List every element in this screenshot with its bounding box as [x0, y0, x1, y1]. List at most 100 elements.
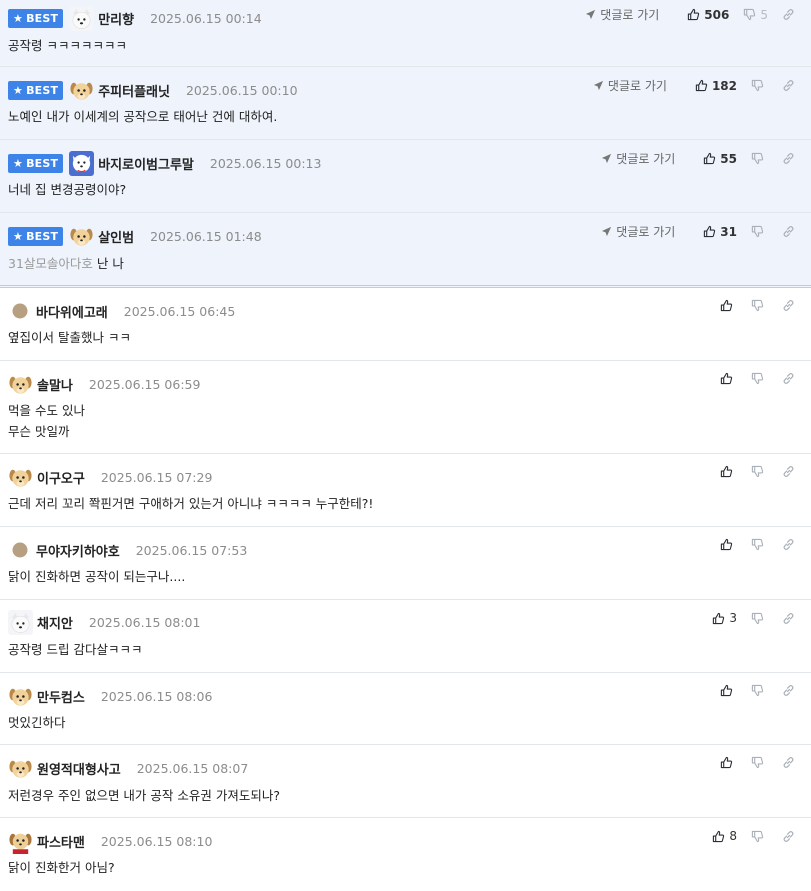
share-link-button[interactable] — [782, 79, 799, 92]
upvote-button[interactable] — [720, 465, 737, 478]
comment-meta: 만두컴스 2025.06.15 08:06 — [8, 682, 212, 710]
comment-author[interactable]: 살인범 — [98, 227, 134, 246]
avatar-puppy[interactable] — [8, 684, 33, 709]
comment: 파스타맨 2025.06.15 08:10 닭이 진화한거 아님? 8 — [0, 818, 811, 889]
avatar-puppy[interactable] — [8, 756, 33, 781]
share-link-button[interactable] — [782, 372, 799, 385]
downvote-button[interactable] — [751, 79, 768, 92]
downvote-button[interactable] — [751, 465, 768, 478]
thumbs-down-icon — [744, 8, 756, 21]
avatar-white-dog[interactable] — [69, 5, 95, 31]
upvote-button[interactable] — [720, 299, 737, 312]
comment-author[interactable]: 원영적대형사고 — [37, 759, 121, 778]
upvote-button[interactable] — [720, 684, 737, 697]
comment-meta: 채지안 2025.06.15 08:01 — [8, 608, 200, 636]
link-icon — [783, 226, 794, 237]
link-icon — [783, 300, 794, 311]
comment-author[interactable]: 바다위에고래 — [36, 302, 108, 321]
avatar-circle[interactable] — [12, 303, 28, 319]
share-link-button[interactable] — [782, 299, 799, 312]
comment-date: 2025.06.15 06:45 — [123, 303, 236, 319]
comment-author[interactable]: 솔말나 — [37, 375, 73, 394]
upvote-count: 31 — [720, 224, 737, 239]
goto-comment-link[interactable]: 댓글로 가기 — [593, 77, 667, 94]
share-link-button[interactable] — [782, 152, 799, 165]
comment-author[interactable]: 채지안 — [37, 613, 73, 632]
upvote-button[interactable]: 31 — [703, 225, 737, 239]
avatar-circle[interactable] — [12, 542, 28, 558]
comment-text: 근데 저리 꼬리 쫙핀거면 구애하거 있는거 아니냐 ㅋㅋㅋㅋ 누구한테?! — [8, 496, 374, 511]
comment-author[interactable]: 무야자키하야호 — [36, 541, 120, 560]
share-link-button[interactable] — [782, 465, 799, 478]
best-badge: ★ BEST — [8, 80, 64, 100]
share-link-button[interactable] — [782, 225, 799, 238]
mention-link[interactable]: 31살모솔아다호 — [8, 256, 93, 271]
upvote-button[interactable] — [720, 372, 737, 385]
comment: 솔말나 2025.06.15 06:59 먹을 수도 있나 무슨 맛일까 — [0, 361, 811, 454]
comment-date: 2025.06.15 08:07 — [136, 760, 249, 776]
best-comment: ★ BEST 바지로이범그루말 2025.06.15 00:13 너네 집 변경공… — [0, 140, 811, 213]
share-link-button[interactable] — [782, 8, 799, 21]
goto-comment-link[interactable]: 댓글로 가기 — [601, 150, 675, 167]
downvote-button[interactable] — [751, 612, 768, 625]
goto-comment-label: 댓글로 가기 — [607, 79, 667, 93]
downvote-button[interactable] — [751, 225, 768, 238]
comment: 이구오구 2025.06.15 07:29 근데 저리 꼬리 쫙핀거면 구애하거… — [0, 454, 811, 527]
share-link-button[interactable] — [782, 612, 799, 625]
avatar-blue-pup[interactable] — [69, 150, 95, 176]
downvote-button[interactable] — [751, 299, 768, 312]
avatar-puppy[interactable] — [69, 224, 94, 249]
avatar-puppy[interactable] — [8, 372, 33, 397]
upvote-button[interactable]: 506 — [687, 8, 729, 22]
goto-comment-link[interactable]: 댓글로 가기 — [601, 223, 675, 240]
share-link-button[interactable] — [782, 756, 799, 769]
comment-text: 공작령 ㅋㅋㅋㅋㅋㅋㅋ — [8, 38, 127, 53]
comment-body: 공작령 드립 감다살ㅋㅋㅋ — [8, 639, 142, 660]
comment-author[interactable]: 바지로이범그루말 — [98, 154, 194, 173]
avatar-red-pup[interactable] — [8, 829, 33, 854]
comment-meta: 무야자키하야호 2025.06.15 07:53 — [8, 536, 247, 564]
downvote-button[interactable] — [751, 756, 768, 769]
thumbs-up-icon — [720, 756, 733, 769]
upvote-button[interactable]: 55 — [703, 152, 737, 166]
share-link-button[interactable] — [782, 830, 799, 843]
comment-body: 닭이 진화하면 공작이 되는구나.... — [8, 566, 185, 587]
comment-body: 근데 저리 꼬리 쫙핀거면 구애하거 있는거 아니냐 ㅋㅋㅋㅋ 누구한테?! — [8, 493, 373, 514]
comment-body: 31살모솔아다호 난 나 — [8, 253, 124, 274]
share-link-button[interactable] — [782, 538, 799, 551]
downvote-button[interactable] — [751, 372, 768, 385]
upvote-button[interactable] — [720, 538, 737, 551]
comment-body: 먹을 수도 있나 무슨 맛일까 — [8, 400, 85, 442]
link-icon — [783, 830, 794, 842]
comment-actions: 댓글로 가기 31 — [601, 223, 799, 240]
downvote-button[interactable] — [751, 830, 768, 843]
comment-author[interactable]: 만리향 — [98, 9, 134, 28]
downvote-count: 5 — [760, 7, 768, 22]
share-link-button[interactable] — [782, 684, 799, 697]
avatar-puppy[interactable] — [8, 465, 33, 490]
upvote-button[interactable]: 3 — [712, 611, 737, 625]
comment-date: 2025.06.15 08:01 — [88, 614, 201, 630]
best-comment: ★ BEST 주피터플래닛 2025.06.15 00:10 노예인 내가 이세계… — [0, 67, 811, 140]
comment: 바다위에고래 2025.06.15 06:45 옆집이서 탈출했나 ㅋㅋ — [0, 288, 811, 361]
avatar-puppy[interactable] — [69, 78, 94, 103]
comment-author[interactable]: 주피터플래닛 — [98, 81, 170, 100]
comment-text: 먹을 수도 있나 — [8, 403, 85, 418]
comment-actions: 댓글로 가기 55 — [601, 150, 799, 167]
downvote-button[interactable] — [751, 152, 768, 165]
comment-author[interactable]: 파스타맨 — [37, 832, 85, 851]
comment-author[interactable]: 만두컴스 — [37, 687, 85, 706]
downvote-button[interactable] — [751, 684, 768, 697]
upvote-button[interactable]: 8 — [712, 829, 737, 843]
comment: 무야자키하야호 2025.06.15 07:53 닭이 진화하면 공작이 되는구… — [0, 527, 811, 600]
upvote-button[interactable] — [720, 756, 737, 769]
avatar-white-dog[interactable] — [8, 609, 33, 635]
downvote-button[interactable] — [751, 538, 768, 551]
comment-author[interactable]: 이구오구 — [37, 468, 85, 487]
upvote-button[interactable]: 182 — [695, 79, 737, 93]
thumbs-down-icon — [751, 152, 764, 165]
link-icon — [783, 612, 794, 624]
downvote-button[interactable]: 5 — [743, 8, 768, 22]
goto-comment-link[interactable]: 댓글로 가기 — [585, 6, 659, 23]
star-icon: ★ — [13, 156, 24, 170]
